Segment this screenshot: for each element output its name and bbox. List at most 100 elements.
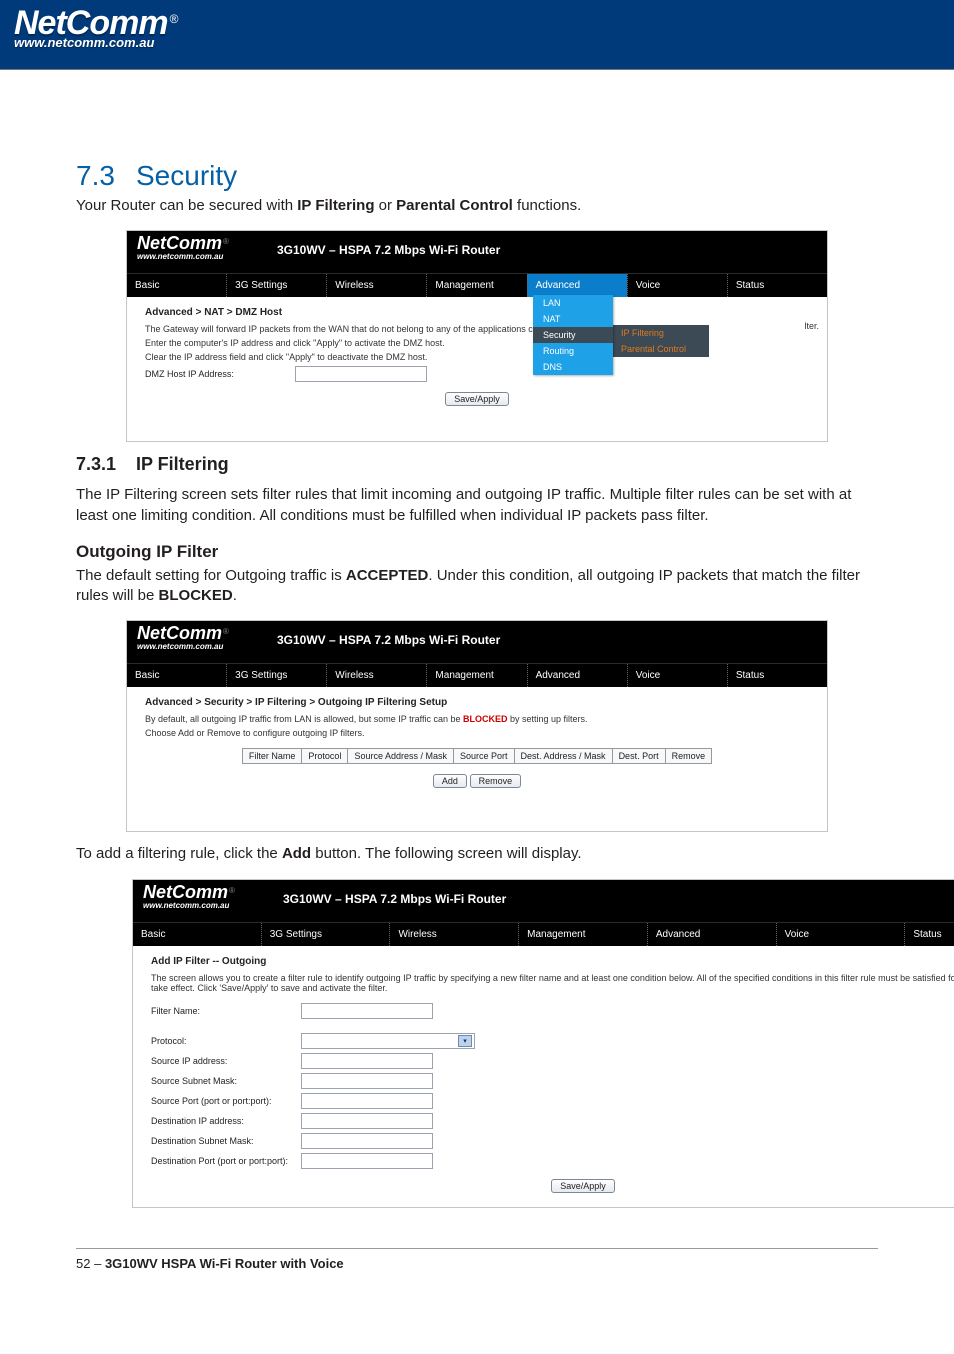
dmz-ip-input[interactable]	[295, 366, 427, 382]
desc-line-3: Clear the IP address field and click "Ap…	[145, 352, 809, 362]
col-dest-port: Dest. Port	[612, 749, 665, 764]
text: .	[233, 587, 237, 604]
menu-dns[interactable]: DNS	[533, 359, 613, 375]
tab-3g-settings[interactable]: 3G Settings	[261, 923, 390, 946]
save-apply-button[interactable]: Save/Apply	[551, 1179, 615, 1193]
screenshot-add-filter: NetComm® www.netcomm.com.au 3G10WV – HSP…	[132, 879, 954, 1208]
tab-wireless[interactable]: Wireless	[326, 274, 426, 297]
text: By default, all outgoing IP traffic from…	[145, 714, 463, 724]
page-header: NetComm® www.netcomm.com.au	[0, 0, 954, 70]
tab-advanced[interactable]: Advanced	[527, 664, 627, 687]
text: button. The following screen will displa…	[311, 845, 581, 862]
save-apply-button[interactable]: Save/Apply	[445, 392, 509, 406]
section-number: 7.3	[76, 160, 136, 192]
text: by setting up filters.	[508, 714, 588, 724]
tab-voice[interactable]: Voice	[627, 274, 727, 297]
label-srcport: Source Port (port or port:port):	[151, 1096, 301, 1106]
dmz-row: DMZ Host IP Address:	[145, 366, 809, 382]
col-dest-addr: Dest. Address / Mask	[514, 749, 612, 764]
label-protocol: Protocol:	[151, 1036, 301, 1046]
label-srcmask: Source Subnet Mask:	[151, 1076, 301, 1086]
submenu-parental-control[interactable]: Parental Control	[613, 341, 709, 357]
col-src-port: Source Port	[454, 749, 515, 764]
row-dstmask: Destination Subnet Mask:	[151, 1133, 954, 1149]
menu-lan[interactable]: LAN	[533, 295, 613, 311]
input-dstport[interactable]	[301, 1153, 433, 1169]
tab-voice[interactable]: Voice	[776, 923, 905, 946]
tab-basic[interactable]: Basic	[133, 923, 261, 946]
input-dstip[interactable]	[301, 1113, 433, 1129]
registered-icon: ®	[223, 237, 229, 246]
label-filtername: Filter Name:	[151, 1006, 301, 1016]
breadcrumb: Advanced > NAT > DMZ Host	[145, 307, 809, 318]
desc-line-2: Choose Add or Remove to configure outgoi…	[145, 728, 809, 738]
tab-management[interactable]: Management	[518, 923, 647, 946]
row-srcport: Source Port (port or port:port):	[151, 1093, 954, 1109]
input-filtername[interactable]	[301, 1003, 433, 1019]
accepted-bold: ACCEPTED	[346, 567, 429, 584]
menu-security[interactable]: Security	[533, 327, 613, 343]
desc-line-1: The Gateway will forward IP packets from…	[145, 324, 809, 334]
button-row: Save/Apply	[145, 392, 809, 406]
col-remove: Remove	[665, 749, 712, 764]
row-srcmask: Source Subnet Mask:	[151, 1073, 954, 1089]
tab-row: Basic 3G Settings Wireless Management Ad…	[127, 663, 827, 687]
tab-advanced[interactable]: Advanced	[647, 923, 776, 946]
footer-rule	[76, 1248, 878, 1250]
blocked-red: BLOCKED	[463, 714, 508, 724]
tab-row: Basic 3G Settings Wireless Management Ad…	[127, 273, 827, 297]
tab-status[interactable]: Status	[904, 923, 954, 946]
tab-status[interactable]: Status	[727, 274, 827, 297]
tab-management[interactable]: Management	[426, 664, 526, 687]
desc-line: The screen allows you to create a filter…	[151, 973, 954, 993]
shot-body: Advanced > Security > IP Filtering > Out…	[127, 687, 827, 831]
submenu-ip-filtering[interactable]: IP Filtering	[613, 325, 709, 341]
subsection-title: IP Filtering	[136, 454, 229, 474]
tab-basic[interactable]: Basic	[127, 274, 226, 297]
input-srcmask[interactable]	[301, 1073, 433, 1089]
parental-control-bold: Parental Control	[396, 197, 513, 214]
row-dstip: Destination IP address:	[151, 1113, 954, 1129]
text: The default setting for Outgoing traffic…	[76, 567, 346, 584]
tab-voice[interactable]: Voice	[627, 664, 727, 687]
add-bold: Add	[282, 845, 311, 862]
security-submenu[interactable]: IP Filtering Parental Control	[613, 325, 709, 357]
add-button[interactable]: Add	[433, 774, 467, 788]
screenshot-dmz: NetComm® www.netcomm.com.au 3G10WV – HSP…	[126, 230, 828, 442]
dmz-label: DMZ Host IP Address:	[145, 369, 295, 379]
tab-3g-settings[interactable]: 3G Settings	[226, 664, 326, 687]
remove-button[interactable]: Remove	[470, 774, 522, 788]
input-srcip[interactable]	[301, 1053, 433, 1069]
breadcrumb: Add IP Filter -- Outgoing	[151, 956, 954, 967]
shot-brand: NetComm	[137, 235, 222, 251]
select-protocol[interactable]: ▾	[301, 1033, 475, 1049]
ip-filtering-bold: IP Filtering	[297, 197, 374, 214]
tab-wireless[interactable]: Wireless	[389, 923, 518, 946]
menu-nat[interactable]: NAT	[533, 311, 613, 327]
footer-sep: –	[90, 1256, 104, 1271]
shot-brand-url: www.netcomm.com.au	[143, 901, 954, 910]
tab-3g-settings[interactable]: 3G Settings	[226, 274, 326, 297]
row-filtername: Filter Name:	[151, 1003, 954, 1019]
section-intro: Your Router can be secured with IP Filte…	[76, 196, 878, 216]
brand-url: www.netcomm.com.au	[14, 35, 176, 50]
label-dstmask: Destination Subnet Mask:	[151, 1136, 301, 1146]
outgoing-heading: Outgoing IP Filter	[76, 542, 878, 562]
add-instruction: To add a filtering rule, click the Add b…	[76, 844, 878, 864]
brand-block: NetComm® www.netcomm.com.au	[14, 8, 176, 54]
menu-routing[interactable]: Routing	[533, 343, 613, 359]
subsection-heading: 7.3.1IP Filtering	[76, 454, 878, 475]
input-srcport[interactable]	[301, 1093, 433, 1109]
tab-status[interactable]: Status	[727, 664, 827, 687]
tab-management[interactable]: Management	[426, 274, 526, 297]
button-row: Save/Apply	[151, 1179, 954, 1193]
label-srcip: Source IP address:	[151, 1056, 301, 1066]
advanced-dropdown[interactable]: LAN NAT Security Routing DNS	[533, 295, 613, 375]
tab-advanced[interactable]: Advanced	[527, 274, 627, 297]
input-dstmask[interactable]	[301, 1133, 433, 1149]
row-srcip: Source IP address:	[151, 1053, 954, 1069]
tab-basic[interactable]: Basic	[127, 664, 226, 687]
shot-brand: NetComm	[137, 625, 222, 641]
tab-wireless[interactable]: Wireless	[326, 664, 426, 687]
shot-title: 3G10WV – HSPA 7.2 Mbps Wi-Fi Router	[277, 243, 500, 257]
